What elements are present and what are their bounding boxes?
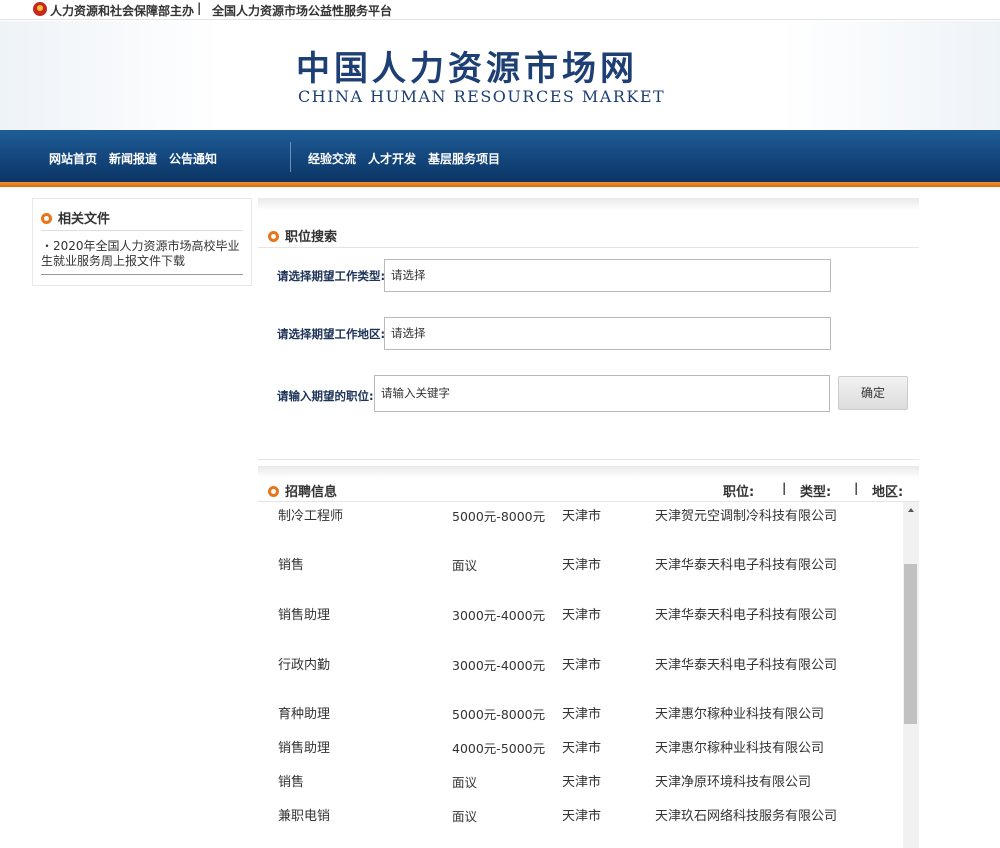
job-title[interactable]: 育种助理 xyxy=(278,707,330,722)
national-emblem-icon xyxy=(33,2,47,16)
search-submit-button[interactable]: 确定 xyxy=(838,376,908,410)
job-salary: 面议 xyxy=(452,775,478,790)
divider xyxy=(41,230,243,231)
job-company[interactable]: 天津华泰天科电子科技有限公司 xyxy=(655,558,841,573)
filter-separator: | xyxy=(854,481,859,495)
panel-top-shade xyxy=(258,198,919,210)
site-logo-english[interactable]: CHINA HUMAN RESOURCES MARKET xyxy=(298,87,665,106)
topbar-separator: | xyxy=(197,1,202,15)
nav-item-experience[interactable]: 经验交流 xyxy=(308,150,356,167)
job-title[interactable]: 行政内勤 xyxy=(278,658,330,673)
job-salary: 面议 xyxy=(452,809,478,824)
filter-type[interactable]: 类型: xyxy=(800,481,831,500)
nav-item-notices[interactable]: 公告通知 xyxy=(169,150,217,167)
job-title[interactable]: 销售助理 xyxy=(278,608,330,623)
nav-item-talent[interactable]: 人才开发 xyxy=(368,150,416,167)
filter-separator: | xyxy=(782,481,787,495)
job-city: 天津市 xyxy=(562,775,602,790)
platform-text: 全国人力资源市场公益性服务平台 xyxy=(212,4,393,18)
job-title[interactable]: 销售助理 xyxy=(278,741,330,756)
job-company[interactable]: 天津惠尔稼种业科技有限公司 xyxy=(655,741,841,756)
job-company[interactable]: 天津华泰天科电子科技有限公司 xyxy=(655,608,841,623)
job-city: 天津市 xyxy=(562,809,602,824)
divider xyxy=(258,247,919,248)
job-search-title: 职位搜索 xyxy=(268,226,337,245)
job-company[interactable]: 天津玖石网络科技服务有限公司 xyxy=(655,809,841,824)
job-city: 天津市 xyxy=(562,509,602,524)
region-select[interactable]: 请选择 xyxy=(384,317,831,350)
top-bar: 人力资源和社会保障部主办 | 全国人力资源市场公益性服务平台 xyxy=(0,0,1000,20)
nav-divider xyxy=(290,142,291,172)
job-company[interactable]: 天津贺元空调制冷科技有限公司 xyxy=(655,509,841,524)
document-link[interactable]: ・2020年全国人力资源市场高校毕业生就业服务周上报文件下载 xyxy=(41,239,246,269)
keyword-label: 请输入期望的职位: xyxy=(277,389,374,403)
nav-item-grassroots[interactable]: 基层服务项目 xyxy=(428,150,500,167)
panel-top-shade xyxy=(258,466,919,478)
divider xyxy=(258,459,919,460)
job-salary: 4000元-5000元 xyxy=(452,741,546,756)
main-nav: 网站首页 新闻报道 公告通知 经验交流 人才开发 基层服务项目 xyxy=(0,130,1000,182)
related-files-panel: 相关文件 ・2020年全国人力资源市场高校毕业生就业服务周上报文件下载 xyxy=(32,198,252,286)
job-city: 天津市 xyxy=(562,558,602,573)
nav-item-news[interactable]: 新闻报道 xyxy=(109,150,157,167)
job-type-label: 请选择期望工作类型: xyxy=(277,269,386,283)
job-salary: 3000元-4000元 xyxy=(452,608,546,623)
nav-accent-stripe xyxy=(0,182,1000,187)
job-company[interactable]: 天津惠尔稼种业科技有限公司 xyxy=(655,707,841,722)
job-list: 制冷工程师 5000元-8000元 天津市 天津贺元空调制冷科技有限公司 销售 … xyxy=(258,502,903,848)
bullet-ring-icon xyxy=(268,231,279,242)
sponsor-text: 人力资源和社会保障部主办 xyxy=(50,4,195,18)
filter-region[interactable]: 地区: xyxy=(872,481,903,500)
job-city: 天津市 xyxy=(562,741,602,756)
scrollbar-thumb[interactable] xyxy=(904,564,917,724)
job-title[interactable]: 兼职电销 xyxy=(278,809,330,824)
job-company[interactable]: 天津净原环境科技有限公司 xyxy=(655,775,841,790)
job-city: 天津市 xyxy=(562,608,602,623)
job-salary: 5000元-8000元 xyxy=(452,707,546,722)
job-title[interactable]: 销售 xyxy=(278,558,304,573)
job-city: 天津市 xyxy=(562,707,602,722)
job-salary: 5000元-8000元 xyxy=(452,509,546,524)
job-title[interactable]: 制冷工程师 xyxy=(278,509,343,524)
nav-item-home[interactable]: 网站首页 xyxy=(49,150,97,167)
job-title[interactable]: 销售 xyxy=(278,775,304,790)
bullet-ring-icon xyxy=(268,486,279,497)
job-city: 天津市 xyxy=(562,658,602,673)
job-salary: 面议 xyxy=(452,558,478,573)
bullet-ring-icon xyxy=(41,213,52,224)
job-salary: 3000元-4000元 xyxy=(452,658,546,673)
site-header: 中国人力资源市场网 CHINA HUMAN RESOURCES MARKET xyxy=(0,21,1000,130)
job-list-scrollbar[interactable] xyxy=(903,502,919,848)
job-company[interactable]: 天津华泰天科电子科技有限公司 xyxy=(655,658,841,673)
job-listings-title: 招聘信息 xyxy=(268,481,337,500)
filter-position[interactable]: 职位: xyxy=(723,481,754,500)
site-logo-chinese[interactable]: 中国人力资源市场网 xyxy=(296,41,638,90)
region-label: 请选择期望工作地区: xyxy=(277,327,386,341)
job-type-select[interactable]: 请选择 xyxy=(384,259,831,292)
related-files-title: 相关文件 xyxy=(41,208,110,227)
divider xyxy=(41,274,243,275)
job-listings-panel: 招聘信息 职位: | 类型: | 地区: 制冷工程师 5000元-8000元 天… xyxy=(258,466,919,848)
keyword-input[interactable]: 请输入关键字 xyxy=(374,375,830,412)
job-search-panel: 职位搜索 请选择期望工作类型: 请选择 请选择期望工作地区: 请选择 请输入期望… xyxy=(258,198,919,460)
scroll-up-arrow-icon[interactable] xyxy=(908,508,914,512)
